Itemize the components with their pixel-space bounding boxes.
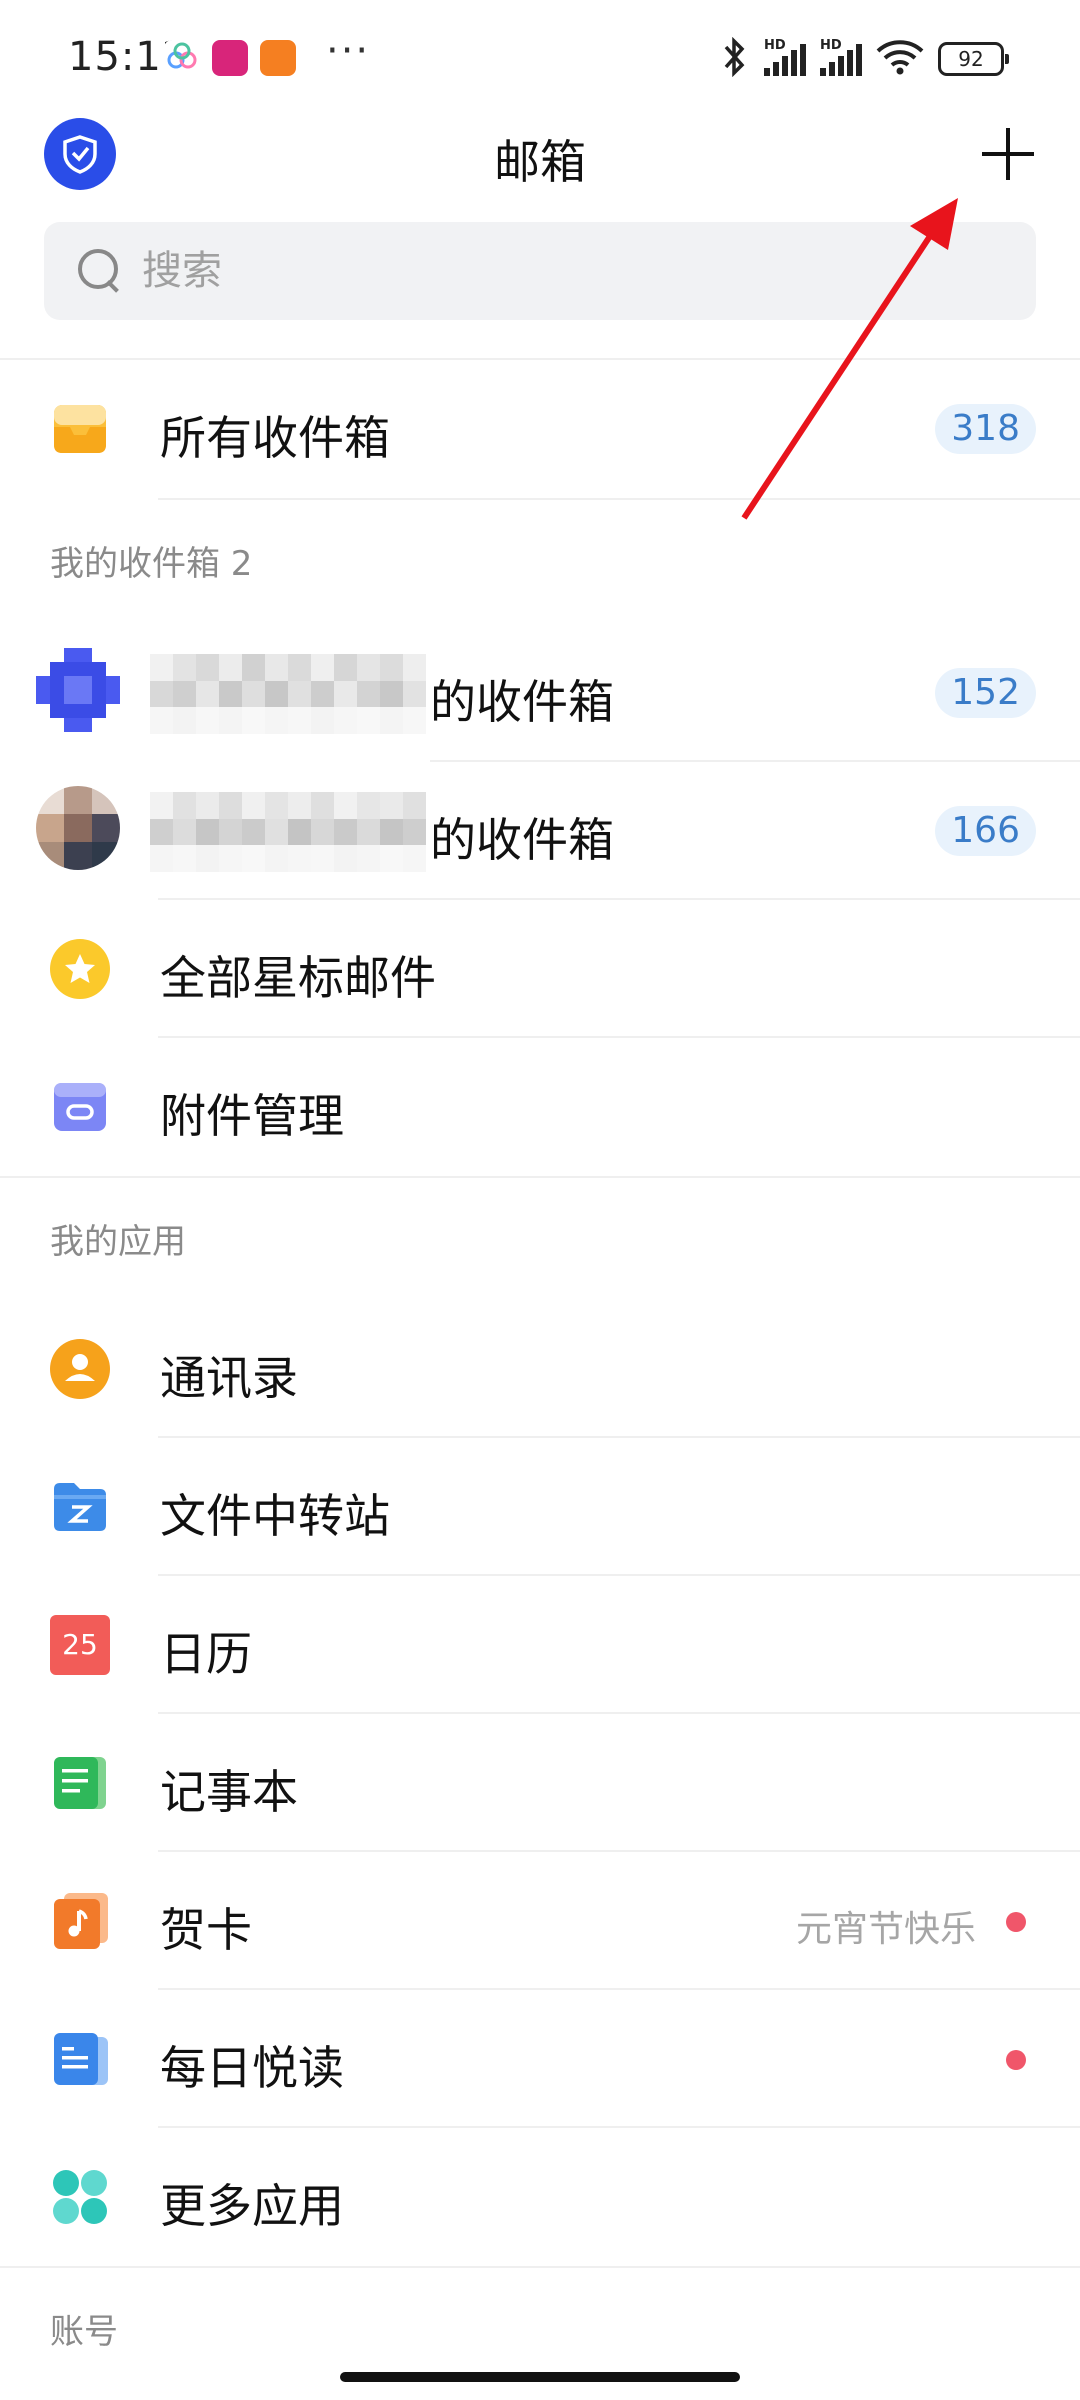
app-row-greeting-card[interactable]: 贺卡 元宵节快乐 xyxy=(0,1852,1080,1990)
home-indicator[interactable] xyxy=(340,2372,740,2382)
account-section-title: 账号 xyxy=(50,2312,118,2352)
avatar xyxy=(36,786,120,870)
calendar-date: 25 xyxy=(62,1628,98,1661)
star-icon xyxy=(50,939,110,999)
inbox-name-label: 的收件箱 xyxy=(430,813,614,867)
app-row-daily-reading[interactable]: 每日悦读 xyxy=(0,1990,1080,2128)
app-label: 更多应用 xyxy=(160,2179,344,2233)
festival-hint: 元宵节快乐 xyxy=(795,1909,976,1950)
app-row-calendar[interactable]: 25 日历 xyxy=(0,1576,1080,1714)
annotation-arrow xyxy=(741,198,958,520)
greeting-card-icon xyxy=(50,1891,110,1951)
divider xyxy=(0,2266,1080,2268)
inbox-account-row[interactable]: 的收件箱 166 xyxy=(0,762,1080,900)
inbox-name-label: 的收件箱 xyxy=(430,675,614,729)
app-label: 贺卡 xyxy=(160,1903,252,1957)
red-dot-badge xyxy=(1006,1912,1026,1932)
unread-count-badge: 166 xyxy=(935,806,1036,856)
app-label: 每日悦读 xyxy=(160,2041,344,2095)
daily-reading-icon xyxy=(50,2029,110,2089)
app-label: 文件中转站 xyxy=(160,1489,390,1543)
starred-mail-row[interactable]: 全部星标邮件 xyxy=(0,900,1080,1038)
app-label: 记事本 xyxy=(160,1765,298,1819)
notepad-icon xyxy=(50,1753,110,1813)
contacts-icon xyxy=(50,1339,110,1399)
app-label: 日历 xyxy=(160,1627,252,1681)
redacted-account-name xyxy=(150,792,426,872)
avatar xyxy=(36,648,120,732)
app-row-more-apps[interactable]: 更多应用 xyxy=(0,2128,1080,2266)
app-row-notepad[interactable]: 记事本 xyxy=(0,1714,1080,1852)
inbox-account-row[interactable]: 的收件箱 152 xyxy=(0,624,1080,762)
app-label: 通讯录 xyxy=(160,1351,298,1405)
app-row-file-transfer[interactable]: 文件中转站 xyxy=(0,1438,1080,1576)
my-apps-title: 我的应用 xyxy=(50,1222,186,1262)
attachment-manager-label: 附件管理 xyxy=(160,1089,344,1143)
red-dot-badge xyxy=(1006,2050,1026,2070)
attachment-manager-row[interactable]: 附件管理 xyxy=(0,1038,1080,1176)
calendar-icon: 25 xyxy=(50,1615,110,1675)
unread-count-badge: 152 xyxy=(935,668,1036,718)
divider xyxy=(0,1176,1080,1178)
attachment-icon xyxy=(50,1077,110,1137)
file-transfer-icon xyxy=(50,1477,110,1537)
more-apps-icon xyxy=(50,2167,110,2227)
redacted-account-name xyxy=(150,654,426,734)
starred-mail-label: 全部星标邮件 xyxy=(160,951,436,1005)
app-row-contacts[interactable]: 通讯录 xyxy=(0,1300,1080,1438)
